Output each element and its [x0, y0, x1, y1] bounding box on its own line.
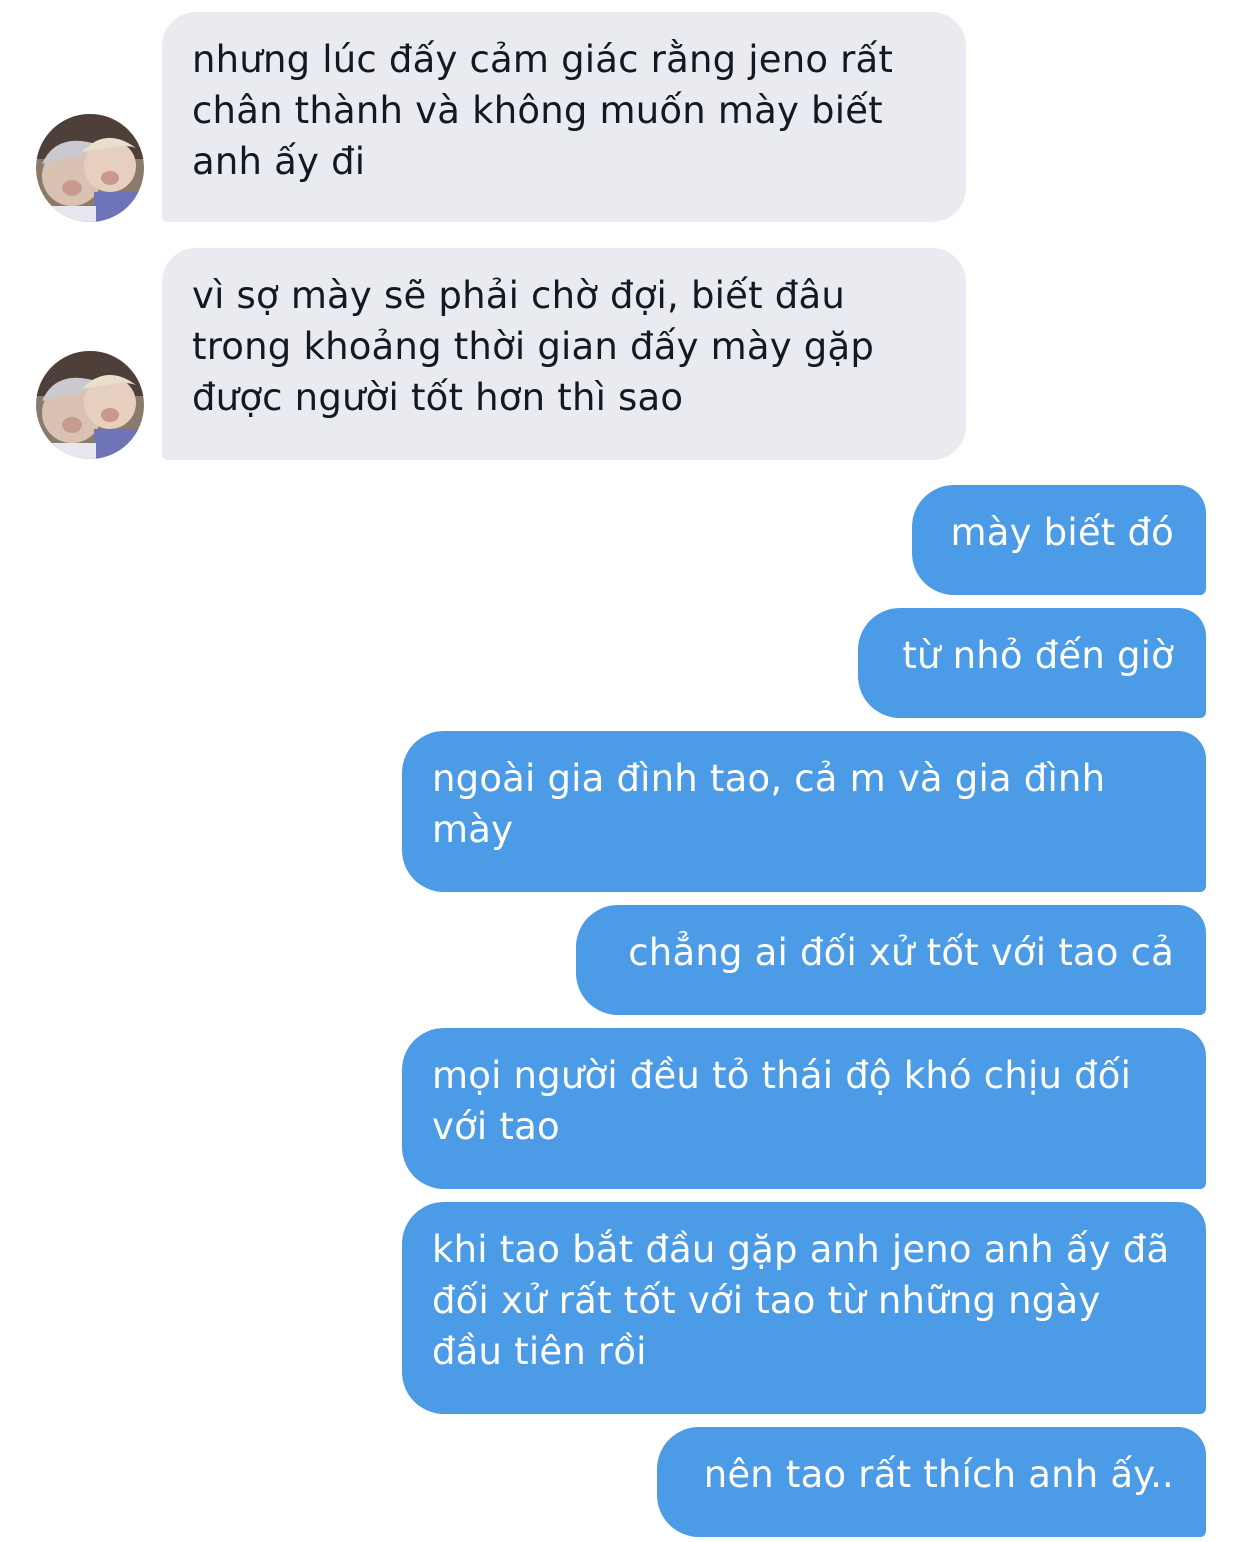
contact-avatar[interactable] [36, 351, 144, 459]
outgoing-message-bubble[interactable]: ngoài gia đình tao, cả m và gia đình mày [402, 731, 1206, 892]
avatar-photo-icon [36, 114, 144, 222]
message-text: nhưng lúc đấy cảm giác rằng jeno rất châ… [192, 38, 894, 183]
avatar-photo-icon [36, 351, 144, 459]
message-text: từ nhỏ đến giờ [902, 634, 1174, 677]
contact-avatar[interactable] [36, 114, 144, 222]
incoming-message-bubble[interactable]: vì sợ mày sẽ phải chờ đợi, biết đâu tron… [162, 248, 966, 460]
message-text: ngoài gia đình tao, cả m và gia đình mày [432, 757, 1106, 851]
incoming-message-bubble[interactable]: nhưng lúc đấy cảm giác rằng jeno rất châ… [162, 12, 966, 222]
message-text: khi tao bắt đầu gặp anh jeno anh ấy đã đ… [432, 1228, 1170, 1373]
message-text: mọi người đều tỏ thái độ khó chịu đối vớ… [432, 1054, 1132, 1148]
outgoing-message-bubble[interactable]: mọi người đều tỏ thái độ khó chịu đối vớ… [402, 1028, 1206, 1189]
message-text: mày biết đó [950, 511, 1174, 554]
outgoing-message-bubble[interactable]: từ nhỏ đến giờ [858, 608, 1206, 718]
message-thread[interactable]: nhưng lúc đấy cảm giác rằng jeno rất châ… [0, 0, 1242, 1542]
outgoing-message-bubble[interactable]: chẳng ai đối xử tốt với tao cả [576, 905, 1206, 1015]
outgoing-message-bubble[interactable]: khi tao bắt đầu gặp anh jeno anh ấy đã đ… [402, 1202, 1206, 1414]
message-text: chẳng ai đối xử tốt với tao cả [628, 931, 1174, 974]
outgoing-message-bubble[interactable]: mày biết đó [912, 485, 1206, 595]
message-text: vì sợ mày sẽ phải chờ đợi, biết đâu tron… [192, 274, 875, 419]
message-text: nên tao rất thích anh ấy.. [703, 1453, 1174, 1496]
outgoing-message-bubble[interactable]: nên tao rất thích anh ấy.. [657, 1427, 1206, 1537]
